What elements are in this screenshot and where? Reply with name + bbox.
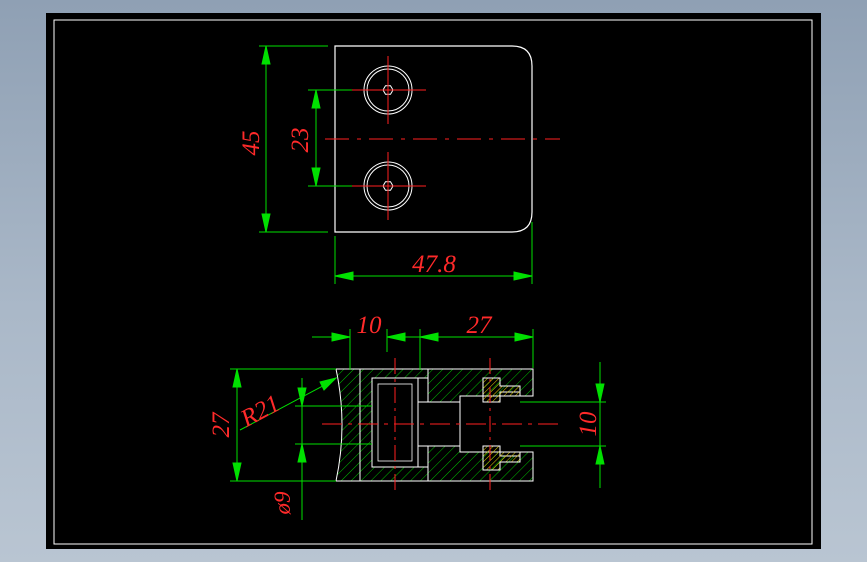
cad-drawing: 45 23 47.8 10 27 27 R21 ø9 10 — [53, 19, 813, 545]
dim-top-lines — [312, 329, 534, 370]
top-view — [259, 45, 560, 284]
dim-23-lines — [308, 89, 352, 187]
dim-27-vertical-text: 27 — [208, 411, 235, 438]
dim-45-text: 45 — [238, 131, 265, 156]
dim-23-text: 23 — [287, 128, 314, 153]
drawing-viewport[interactable]: 45 23 47.8 10 27 27 R21 ø9 10 — [46, 13, 821, 549]
dim-27-text: 27 — [467, 312, 494, 339]
dim-r21-text: R21 — [235, 390, 284, 433]
dim-47-8-text: 47.8 — [412, 251, 456, 278]
upper-hole — [352, 56, 426, 124]
dim-slot-10-text: 10 — [575, 411, 602, 437]
dim-dia9-text: ø9 — [270, 491, 295, 516]
dim-10-text: 10 — [357, 312, 383, 339]
lower-hole — [352, 152, 426, 220]
section-view — [230, 329, 606, 520]
